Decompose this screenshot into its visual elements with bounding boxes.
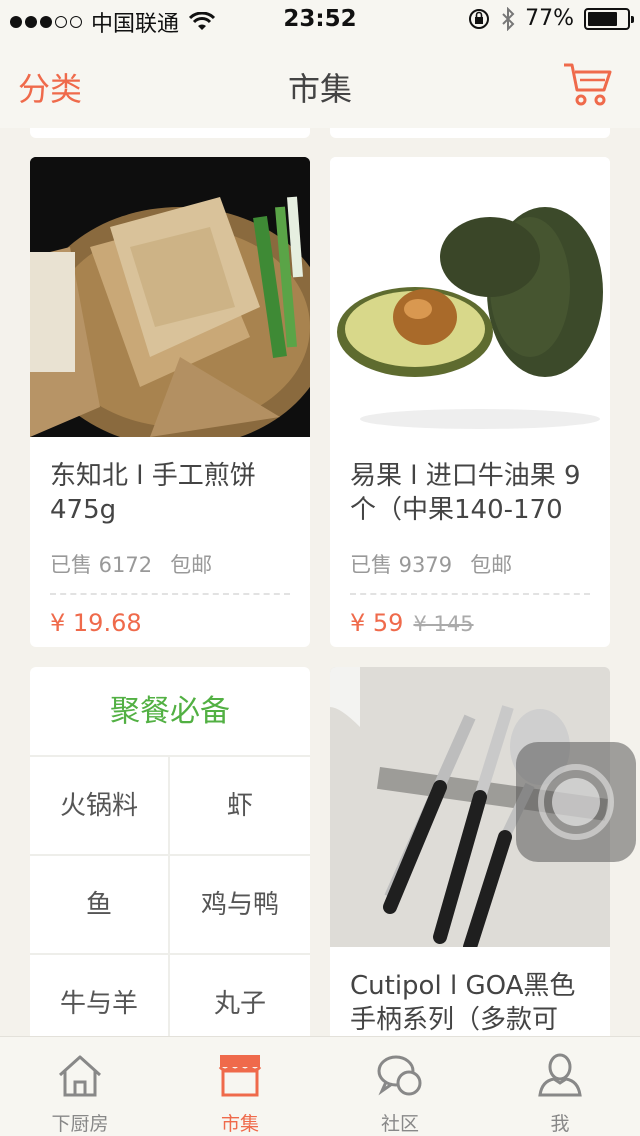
original-price: ¥ 145 bbox=[413, 612, 474, 636]
page-title: 市集 bbox=[287, 70, 352, 108]
product-image-pancake bbox=[30, 157, 310, 437]
chat-icon bbox=[377, 1055, 422, 1096]
sold-count: 已售 9379 bbox=[350, 553, 453, 577]
category-card-title[interactable]: 聚餐必备 bbox=[30, 667, 310, 757]
assistive-center bbox=[552, 778, 600, 826]
tab-bar: 下厨房 市集 社区 我 bbox=[0, 1036, 640, 1136]
product-card[interactable]: 易果 l 进口牛油果 9个（中果140-170 已售 9379 包邮 ¥ 59 ¥ … bbox=[330, 157, 610, 647]
pancake-illustration bbox=[30, 157, 310, 437]
category-item[interactable]: 牛与羊 bbox=[30, 955, 170, 1036]
product-title: 易果 l 进口牛油果 9个（中果140-170 bbox=[350, 461, 581, 525]
category-item[interactable]: 火锅料 bbox=[30, 757, 170, 856]
status-right: 77% bbox=[467, 6, 634, 31]
bluetooth-icon bbox=[502, 6, 515, 31]
product-meta: 已售 6172 包邮 bbox=[30, 531, 310, 579]
battery-percent: 77% bbox=[525, 6, 574, 31]
category-item[interactable]: 丸子 bbox=[170, 955, 310, 1036]
category-card: 聚餐必备 火锅料 虾 鱼 鸡与鸭 牛与羊 丸子 bbox=[30, 667, 310, 1036]
assistive-touch-button[interactable] bbox=[516, 742, 636, 862]
battery-fill bbox=[588, 11, 618, 26]
shipping-badge: 包邮 bbox=[470, 553, 513, 577]
product-price-row: ¥ 19.68 bbox=[30, 595, 310, 637]
product-title: 东知北 l 手工煎饼 475g bbox=[50, 461, 256, 525]
rotation-lock-icon bbox=[469, 8, 490, 29]
tab-label: 下厨房 bbox=[51, 1113, 109, 1135]
tab-me[interactable]: 我 bbox=[480, 1037, 640, 1136]
product-image-avocado bbox=[330, 157, 610, 437]
category-item[interactable]: 鸡与鸭 bbox=[170, 856, 310, 955]
product-card[interactable]: 东知北 l 手工煎饼 475g 已售 6172 包邮 ¥ 19.68 bbox=[30, 157, 310, 647]
avocado-illustration bbox=[330, 157, 610, 437]
category-grid: 火锅料 虾 鱼 鸡与鸭 牛与羊 丸子 bbox=[30, 757, 310, 1036]
user-icon bbox=[538, 1053, 582, 1097]
shipping-badge: 包邮 bbox=[170, 553, 213, 577]
sold-count: 已售 6172 bbox=[50, 553, 153, 577]
category-item[interactable]: 虾 bbox=[170, 757, 310, 856]
cart-icon[interactable] bbox=[562, 60, 614, 108]
store-icon bbox=[218, 1055, 262, 1097]
home-icon bbox=[58, 1055, 102, 1097]
product-card-previous[interactable] bbox=[330, 128, 610, 138]
tab-label: 社区 bbox=[380, 1113, 419, 1135]
tab-community[interactable]: 社区 bbox=[320, 1037, 480, 1136]
battery-icon bbox=[584, 7, 634, 30]
product-price-row: ¥ 59 ¥ 145 bbox=[330, 595, 610, 637]
tab-kitchen[interactable]: 下厨房 bbox=[0, 1037, 160, 1136]
status-bar: 中国联通 23:52 77% bbox=[0, 0, 640, 40]
product-title: Cutipol l GOA黑色手柄系列（多款可 bbox=[350, 971, 576, 1035]
tab-label: 市集 bbox=[220, 1113, 259, 1135]
product-card-previous[interactable] bbox=[30, 128, 310, 138]
tab-market[interactable]: 市集 bbox=[160, 1037, 320, 1136]
category-item[interactable]: 鱼 bbox=[30, 856, 170, 955]
navigation-bar: 分类 市集 bbox=[0, 40, 640, 128]
tab-label: 我 bbox=[550, 1113, 570, 1135]
product-meta: 已售 9379 包邮 bbox=[330, 531, 610, 579]
product-price: ¥ 59 bbox=[350, 609, 404, 637]
product-price: ¥ 19.68 bbox=[50, 609, 142, 637]
market-feed[interactable]: 东知北 l 手工煎饼 475g 已售 6172 包邮 ¥ 19.68 易果 l 进… bbox=[0, 128, 640, 1036]
